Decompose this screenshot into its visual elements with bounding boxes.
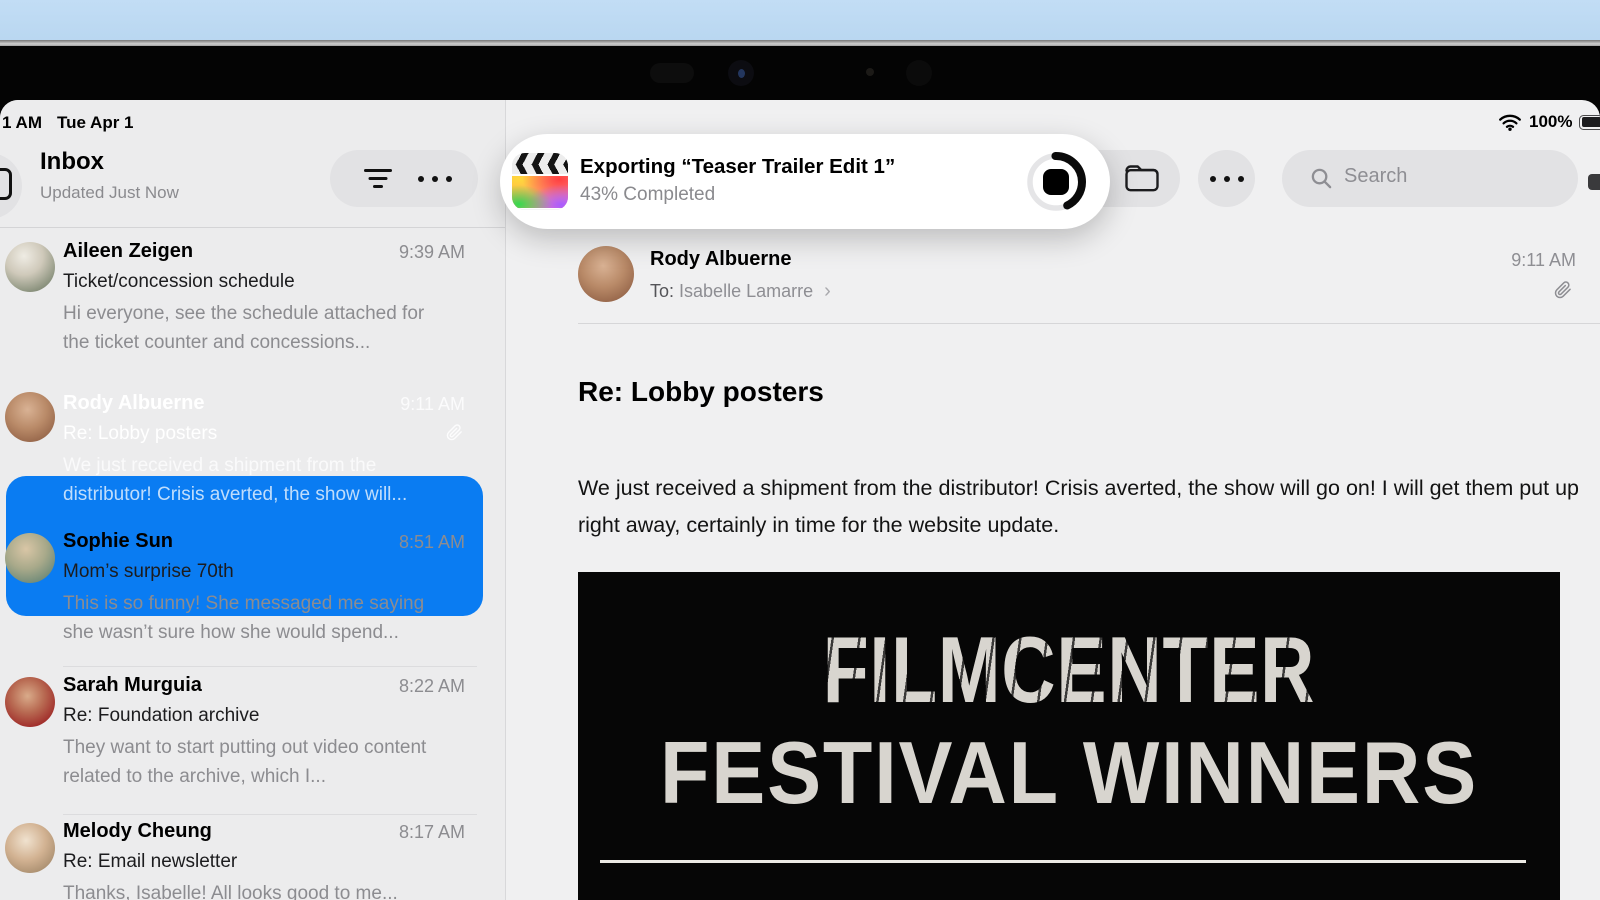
ambient-sensor-icon xyxy=(866,68,874,76)
email-subject: Ticket/concession schedule xyxy=(63,271,295,293)
email-subject: Re: Email newsletter xyxy=(63,851,237,873)
sender-name: Aileen Zeigen xyxy=(63,240,193,263)
email-time: 8:22 AM xyxy=(399,676,465,697)
email-time: 8:17 AM xyxy=(399,822,465,843)
more-button[interactable] xyxy=(418,176,452,182)
email-preview: This is so funny! She messaged me saying… xyxy=(63,590,448,647)
camera-lens-glint xyxy=(738,69,745,78)
sidebar-icon xyxy=(0,168,12,200)
attachment-icon xyxy=(446,424,463,441)
export-title: Exporting “Teaser Trailer Edit 1” xyxy=(580,155,895,179)
ellipsis-icon xyxy=(1210,176,1244,182)
avatar xyxy=(5,823,55,873)
list-actions-capsule xyxy=(330,150,478,207)
message-sender-name: Rody Albuerne xyxy=(650,248,792,271)
sender-avatar xyxy=(578,246,634,302)
battery-percent: 100% xyxy=(1529,112,1572,132)
search-icon xyxy=(1310,167,1333,190)
message-body: We just received a shipment from the dis… xyxy=(578,470,1598,544)
status-date: Tue Apr 1 xyxy=(57,113,134,133)
message-list-pane: 1 AM Tue Apr 1 Inbox Updated Just Now Ai… xyxy=(0,100,505,900)
message-header-divider xyxy=(578,323,1600,324)
festival-winners-banner-image: FILMCENTER FESTIVAL WINNERS xyxy=(578,572,1560,900)
ipad-photo: 1 AM Tue Apr 1 Inbox Updated Just Now Ai… xyxy=(0,0,1600,900)
email-preview: They want to start putting out video con… xyxy=(63,734,448,791)
message-time: 9:11 AM xyxy=(1511,250,1576,271)
sender-name: Sarah Murguia xyxy=(63,674,202,697)
header-divider xyxy=(0,227,505,228)
email-subject: Re: Lobby posters xyxy=(63,423,217,445)
email-preview: Hi everyone, see the schedule attached f… xyxy=(63,300,448,357)
avatar xyxy=(5,392,55,442)
row-divider xyxy=(63,814,477,815)
mailbox-title: Inbox xyxy=(40,148,104,176)
email-time: 9:11 AM xyxy=(400,394,465,415)
battery-icon xyxy=(1579,115,1600,130)
export-progress-ring xyxy=(1021,147,1091,217)
banner-line1: FILMCENTER xyxy=(676,616,1462,724)
sender-name: Rody Albuerne xyxy=(63,392,205,415)
export-live-activity[interactable]: Exporting “Teaser Trailer Edit 1” 43% Co… xyxy=(500,134,1110,229)
truedepth-sensor-icon xyxy=(906,60,932,86)
final-cut-pro-icon xyxy=(512,153,568,210)
banner-rule xyxy=(600,860,1526,863)
pane-divider xyxy=(505,100,506,900)
mail-app-window: 1 AM Tue Apr 1 Inbox Updated Just Now Ai… xyxy=(0,100,1600,900)
status-indicators: 100% xyxy=(1498,112,1600,132)
banner-line2: FESTIVAL WINNERS xyxy=(617,722,1520,824)
email-preview: Thanks, Isabelle! All looks good to me..… xyxy=(63,880,448,900)
to-label: To: xyxy=(650,281,674,301)
recipient-line[interactable]: To: Isabelle Lamarre › xyxy=(650,280,831,303)
email-time: 9:39 AM xyxy=(399,242,465,263)
avatar xyxy=(5,677,55,727)
filter-button[interactable] xyxy=(360,169,396,189)
email-subject: Re: Foundation archive xyxy=(63,705,259,727)
chevron-right-icon: › xyxy=(824,280,831,302)
compose-icon-partial[interactable] xyxy=(1588,174,1600,190)
email-preview: We just received a shipment from the dis… xyxy=(63,452,448,509)
avatar xyxy=(5,242,55,292)
export-progress-label: 43% Completed xyxy=(580,184,715,206)
sender-name: Sophie Sun xyxy=(63,530,173,553)
search-field[interactable]: Search xyxy=(1282,150,1578,207)
status-time: 1 AM xyxy=(2,113,42,133)
email-time: 8:51 AM xyxy=(399,532,465,553)
wifi-icon xyxy=(1498,113,1522,131)
more-actions-button[interactable] xyxy=(1198,150,1255,207)
avatar xyxy=(5,533,55,583)
attachment-icon xyxy=(1554,281,1572,299)
email-subject: Mom’s surprise 70th xyxy=(63,561,234,583)
stop-export-button[interactable] xyxy=(1043,169,1069,195)
search-placeholder: Search xyxy=(1344,165,1407,188)
folder-button[interactable] xyxy=(1124,164,1160,193)
camera-housing xyxy=(650,63,694,83)
sender-name: Melody Cheung xyxy=(63,820,212,843)
row-divider xyxy=(63,666,477,667)
mailbox-updated-status: Updated Just Now xyxy=(40,183,179,203)
message-subject: Re: Lobby posters xyxy=(578,376,824,408)
recipient-name: Isabelle Lamarre xyxy=(679,281,813,301)
